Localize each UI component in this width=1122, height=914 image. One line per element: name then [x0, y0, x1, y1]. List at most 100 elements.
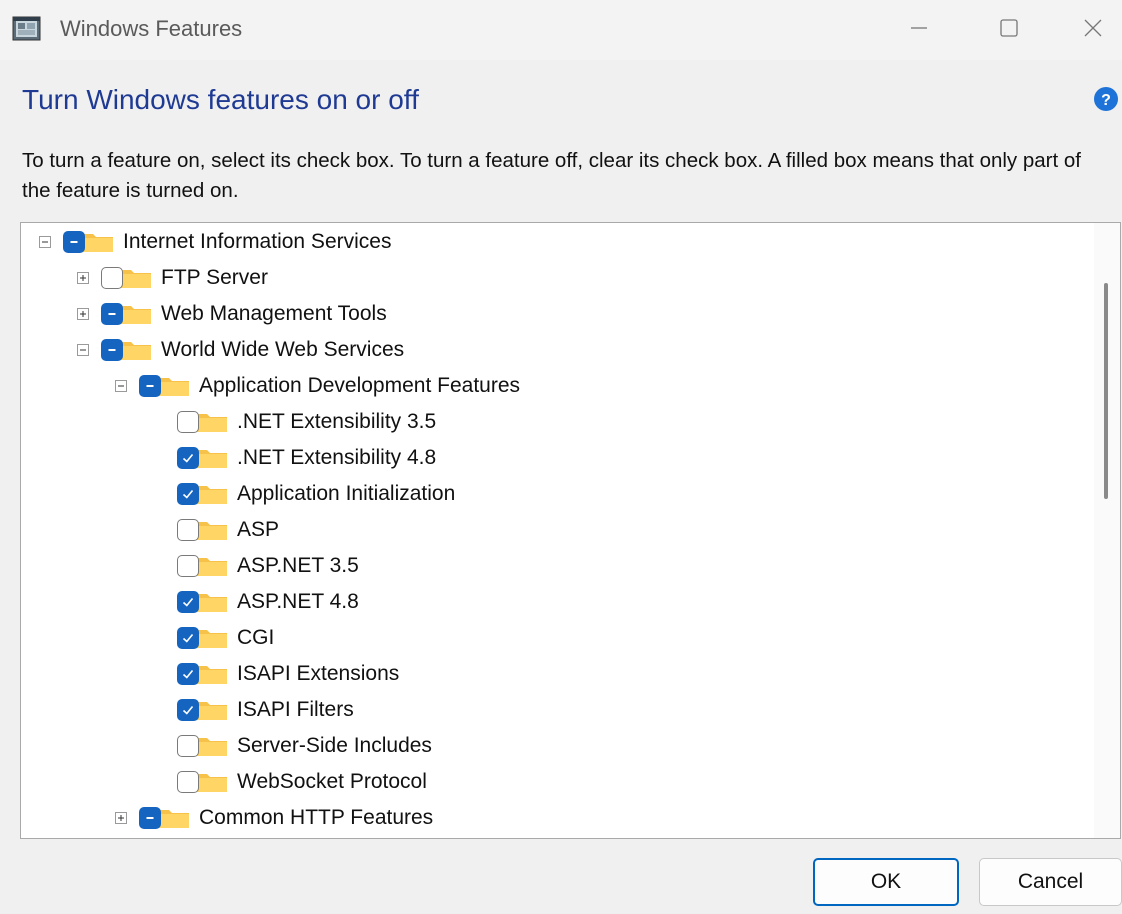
tree-item[interactable]: Server-Side Includes: [153, 731, 432, 761]
collapse-minus-icon[interactable]: [39, 236, 51, 248]
tree-item[interactable]: Application Initialization: [153, 479, 455, 509]
checkbox-unchecked[interactable]: [101, 267, 123, 289]
folder-icon: [195, 447, 229, 469]
title-bar: Windows Features: [0, 0, 1122, 60]
vertical-scrollbar[interactable]: [1094, 223, 1120, 838]
folder-icon: [157, 807, 191, 829]
tree-item-label: ASP.NET 4.8: [237, 590, 359, 613]
tree-item[interactable]: Common HTTP Features: [115, 803, 433, 833]
checkbox-unchecked[interactable]: [177, 519, 199, 541]
checkbox-checked[interactable]: [177, 591, 199, 613]
partial-dash-icon: [70, 241, 78, 243]
maximize-icon: [1000, 19, 1018, 37]
partial-dash-icon: [108, 349, 116, 351]
ok-button[interactable]: OK: [813, 858, 959, 906]
checkbox-partial[interactable]: [139, 807, 161, 829]
checkbox-checked[interactable]: [177, 483, 199, 505]
window-title: Windows Features: [60, 16, 243, 41]
checkmark-icon: [182, 705, 194, 715]
tree-item-label: CGI: [237, 626, 275, 649]
folder-icon: [119, 303, 153, 325]
tree-item-label: FTP Server: [161, 266, 268, 289]
partial-dash-icon: [146, 817, 154, 819]
tree-item[interactable]: ISAPI Filters: [153, 695, 354, 725]
checkbox-unchecked[interactable]: [177, 555, 199, 577]
tree-item[interactable]: Application Development Features: [115, 371, 520, 401]
folder-icon: [195, 699, 229, 721]
folder-icon: [195, 627, 229, 649]
folder-icon: [119, 267, 153, 289]
windows-features-app-icon: [12, 16, 41, 41]
minimize-button[interactable]: [884, 0, 954, 56]
tree-item[interactable]: World Wide Web Services: [77, 335, 404, 365]
tree-item-label: World Wide Web Services: [161, 338, 405, 361]
folder-icon: [195, 483, 229, 505]
svg-text:?: ?: [1101, 92, 1111, 109]
checkbox-checked[interactable]: [177, 447, 199, 469]
maximize-button[interactable]: [974, 0, 1044, 56]
page-heading: Turn Windows features on or off: [22, 84, 419, 115]
tree-item-label: Application Initialization: [237, 482, 456, 505]
cancel-button[interactable]: Cancel: [979, 858, 1122, 906]
tree-item[interactable]: ISAPI Extensions: [153, 659, 399, 689]
checkbox-checked[interactable]: [177, 663, 199, 685]
tree-item[interactable]: Web Management Tools: [77, 299, 387, 329]
folder-icon: [81, 231, 115, 253]
tree-item-label: Application Development Features: [199, 374, 521, 397]
partial-dash-icon: [108, 313, 116, 315]
folder-icon: [195, 591, 229, 613]
folder-icon: [195, 555, 229, 577]
scrollbar-thumb[interactable]: [1104, 283, 1108, 499]
tree-item[interactable]: WebSocket Protocol: [153, 767, 427, 797]
tree-item[interactable]: ASP.NET 3.5: [153, 551, 359, 581]
features-tree[interactable]: Internet Information Services FTP Server W…: [20, 222, 1121, 839]
expand-plus-icon[interactable]: [77, 308, 89, 320]
folder-icon: [119, 339, 153, 361]
close-icon: [1084, 19, 1102, 37]
checkbox-partial[interactable]: [101, 303, 123, 325]
checkbox-unchecked[interactable]: [177, 771, 199, 793]
tree-item-label: ISAPI Extensions: [237, 662, 400, 685]
checkmark-icon: [182, 453, 194, 463]
tree-item[interactable]: CGI: [153, 623, 274, 653]
checkbox-unchecked[interactable]: [177, 411, 199, 433]
folder-icon: [195, 411, 229, 433]
checkmark-icon: [182, 669, 194, 679]
folder-icon: [195, 735, 229, 757]
tree-item[interactable]: Internet Information Services: [39, 227, 391, 257]
checkbox-partial[interactable]: [139, 375, 161, 397]
tree-item-label: Internet Information Services: [123, 230, 392, 253]
collapse-minus-icon[interactable]: [77, 344, 89, 356]
tree-item-label: ASP.NET 3.5: [237, 554, 359, 577]
tree-item-label: ISAPI Filters: [237, 698, 354, 721]
checkbox-checked[interactable]: [177, 699, 199, 721]
tree-item-label: Common HTTP Features: [199, 806, 434, 829]
checkbox-partial[interactable]: [101, 339, 123, 361]
tree-item-label: Web Management Tools: [161, 302, 387, 325]
folder-icon: [195, 519, 229, 541]
tree-item[interactable]: ASP: [153, 515, 279, 545]
partial-dash-icon: [146, 385, 154, 387]
collapse-minus-icon[interactable]: [115, 380, 127, 392]
checkbox-unchecked[interactable]: [177, 735, 199, 757]
tree-item-label: .NET Extensibility 4.8: [237, 446, 437, 469]
folder-icon: [195, 663, 229, 685]
instructions-text: To turn a feature on, select its check b…: [22, 149, 1081, 202]
tree-item[interactable]: FTP Server: [77, 263, 268, 293]
minimize-icon: [911, 27, 927, 29]
close-button[interactable]: [1064, 0, 1122, 56]
tree-item[interactable]: .NET Extensibility 3.5: [153, 407, 436, 437]
tree-item[interactable]: .NET Extensibility 4.8: [153, 443, 436, 473]
tree-item[interactable]: ASP.NET 4.8: [153, 587, 359, 617]
checkmark-icon: [182, 489, 194, 499]
checkbox-checked[interactable]: [177, 627, 199, 649]
expand-plus-icon[interactable]: [115, 812, 127, 824]
tree-item-label: Server-Side Includes: [237, 734, 432, 757]
checkbox-partial[interactable]: [63, 231, 85, 253]
expand-plus-icon[interactable]: [77, 272, 89, 284]
tree-item-label: WebSocket Protocol: [237, 770, 427, 793]
help-icon[interactable]: ?: [1093, 86, 1119, 112]
tree-item-label: ASP: [237, 518, 280, 541]
checkmark-icon: [182, 633, 194, 643]
folder-icon: [195, 771, 229, 793]
